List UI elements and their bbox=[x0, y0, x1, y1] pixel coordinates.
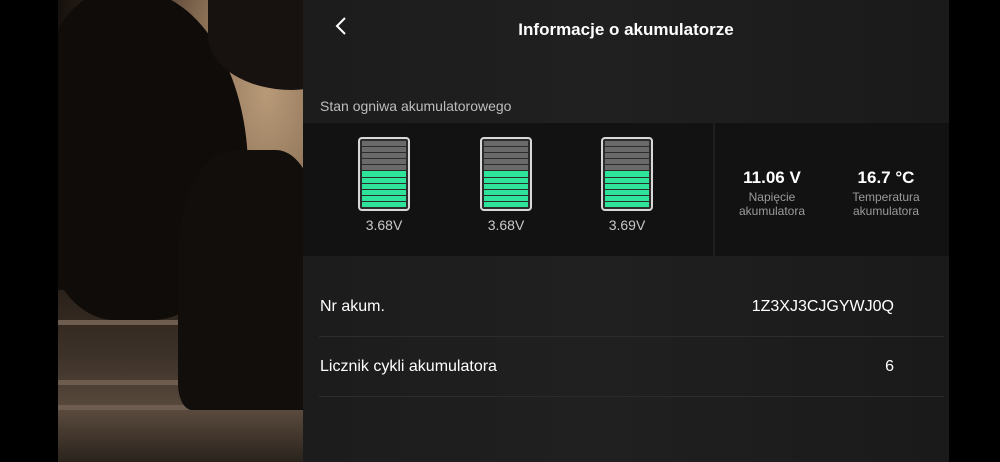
battery-cell-1: 3.68V bbox=[358, 137, 414, 233]
battery-cell-2: 3.68V bbox=[480, 137, 536, 233]
row-label: Licznik cykli akumulatora bbox=[320, 358, 497, 375]
cell-segment-filled bbox=[605, 183, 649, 189]
battery-serial-row: Nr akum. 1Z3XJ3CJGYWJ0Q bbox=[319, 278, 944, 337]
cell-voltage: 3.68V bbox=[365, 217, 403, 233]
cell-segment-empty bbox=[484, 153, 528, 159]
temperature-value: 16.7 °C bbox=[857, 168, 915, 187]
cell-segment-empty bbox=[362, 159, 406, 165]
cells-section-label: Stan ogniwa akumulatorowego bbox=[320, 98, 512, 114]
cell-segment-filled bbox=[362, 171, 406, 177]
cell-segment-filled bbox=[484, 201, 528, 208]
cell-segment-filled bbox=[605, 195, 649, 201]
row-value: 1Z3XJ3CJGYWJ0Q bbox=[751, 298, 894, 315]
row-label: Nr akum. bbox=[320, 298, 385, 315]
cell-segment-empty bbox=[605, 159, 649, 165]
battery-cell-icon bbox=[480, 137, 532, 211]
temperature-label: Temperatura akumulatora bbox=[836, 190, 936, 218]
voltage-label-line2: akumulatora bbox=[738, 204, 806, 218]
cell-voltage: 3.69V bbox=[608, 217, 646, 233]
cell-segment-filled bbox=[362, 189, 406, 195]
cell-segment-filled bbox=[362, 183, 406, 189]
row-value: 6 bbox=[885, 358, 894, 375]
cells-box: 3.68V 3.68V 3.69V bbox=[303, 123, 713, 256]
voltage-label: Napięcie akumulatora bbox=[722, 190, 822, 218]
cell-voltage: 3.68V bbox=[487, 217, 525, 233]
cell-segment-empty bbox=[362, 153, 406, 159]
cell-segment-filled bbox=[484, 171, 528, 177]
cell-segment-filled bbox=[605, 177, 649, 183]
cell-segment-empty bbox=[484, 141, 528, 147]
voltage-label-line1: Napięcie bbox=[748, 190, 796, 204]
voltage-value: 11.06 V bbox=[743, 168, 801, 187]
cell-segment-empty bbox=[605, 153, 649, 159]
cell-segment-empty bbox=[362, 141, 406, 147]
cell-segment-empty bbox=[605, 147, 649, 153]
cell-segment-empty bbox=[605, 165, 649, 171]
cell-segment-filled bbox=[362, 177, 406, 183]
voltage-stat: 11.06 V Napięcie akumulatora bbox=[722, 168, 822, 218]
cell-segment-empty bbox=[605, 141, 649, 147]
stats-box: 11.06 V Napięcie akumulatora 16.7 °C Tem… bbox=[715, 123, 949, 256]
cell-segment-empty bbox=[484, 147, 528, 153]
battery-cell-3: 3.69V bbox=[601, 137, 657, 233]
temperature-label-line2: akumulatora bbox=[852, 204, 920, 218]
camera-feed-background bbox=[58, 0, 303, 462]
cell-segment-empty bbox=[362, 147, 406, 153]
cell-segment-empty bbox=[362, 165, 406, 171]
cell-segment-filled bbox=[484, 195, 528, 201]
temperature-stat: 16.7 °C Temperatura akumulatora bbox=[836, 168, 936, 218]
cell-segment-filled bbox=[484, 183, 528, 189]
battery-cell-icon bbox=[358, 137, 410, 211]
cycle-count-row: Licznik cykli akumulatora 6 bbox=[319, 338, 944, 397]
screen-edge bbox=[949, 0, 1000, 462]
camera-dark-shape bbox=[178, 150, 303, 410]
cell-segment-filled bbox=[484, 177, 528, 183]
cell-segment-filled bbox=[362, 201, 406, 208]
battery-cell-icon bbox=[601, 137, 653, 211]
cell-segment-filled bbox=[605, 171, 649, 177]
cell-segment-filled bbox=[605, 189, 649, 195]
page-title: Informacje o akumulatorze bbox=[518, 20, 734, 39]
cell-segment-filled bbox=[362, 195, 406, 201]
cell-segment-filled bbox=[484, 189, 528, 195]
cell-segment-filled bbox=[605, 201, 649, 208]
cell-segment-empty bbox=[484, 159, 528, 165]
cell-segment-empty bbox=[484, 165, 528, 171]
temperature-label-line1: Temperatura bbox=[852, 190, 920, 204]
